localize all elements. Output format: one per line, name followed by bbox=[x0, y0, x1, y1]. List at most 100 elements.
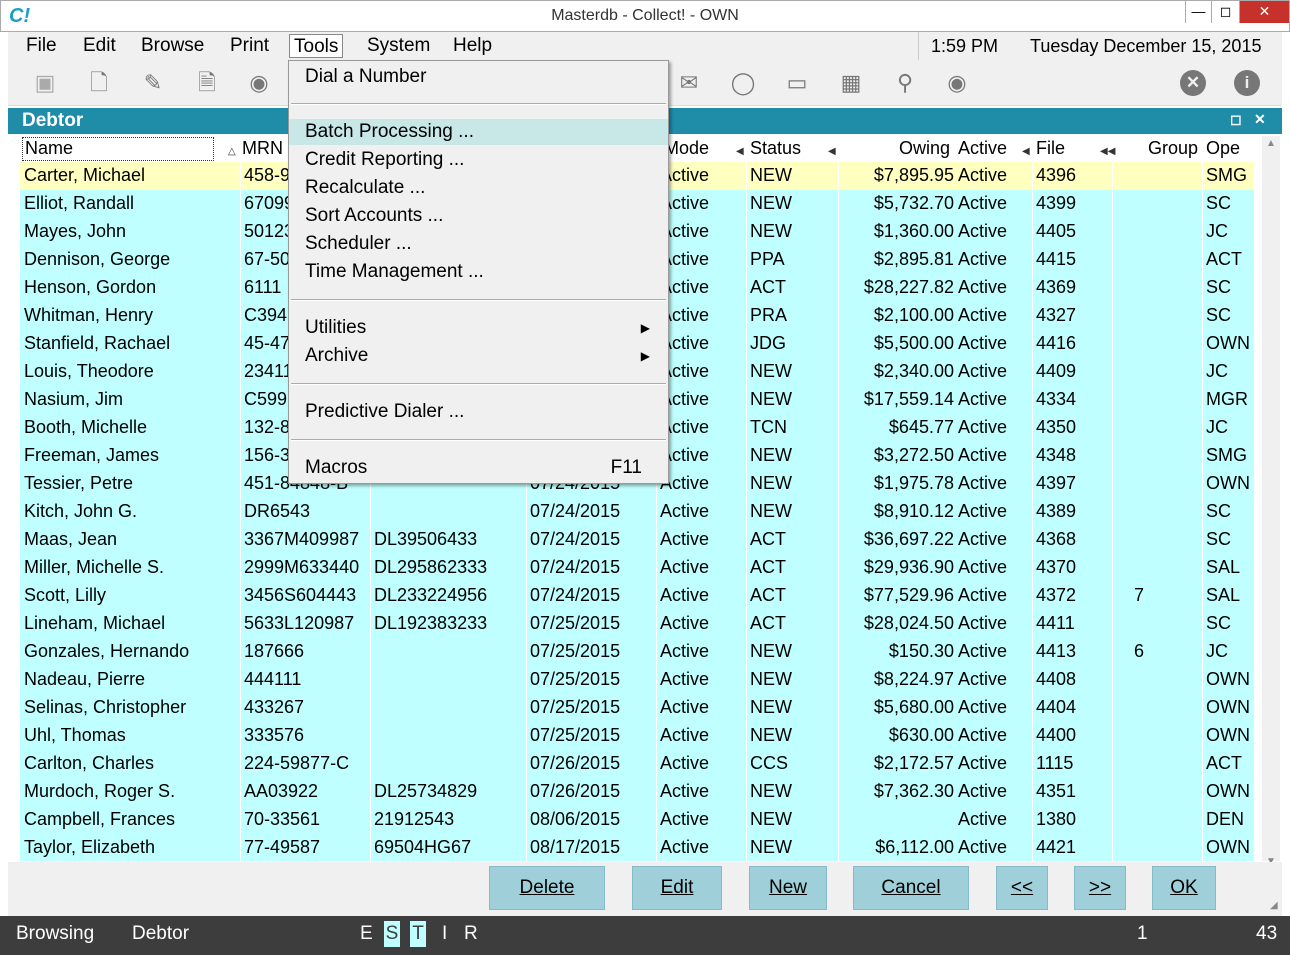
col-status-header[interactable]: Status bbox=[750, 138, 801, 159]
menu-item-macros[interactable]: Macros F11 bbox=[289, 455, 668, 481]
sort-icon[interactable]: ◀ bbox=[828, 146, 836, 157]
col-file-header[interactable]: File bbox=[1036, 138, 1065, 159]
menu-print[interactable]: Print bbox=[226, 34, 273, 58]
cell-mrn: AA03922 bbox=[244, 781, 319, 801]
delete-button[interactable]: Delete bbox=[489, 866, 605, 910]
chat-icon[interactable]: ◯ bbox=[728, 68, 758, 98]
table-row[interactable]: Miller, Michelle S. 2999M633440 DL29586233… bbox=[20, 554, 1254, 582]
new-doc-icon[interactable]: 🗋 bbox=[84, 68, 114, 98]
ok-button[interactable]: OK bbox=[1152, 866, 1216, 910]
cell-status: NEW bbox=[750, 501, 792, 521]
globe-icon[interactable]: ◉ bbox=[942, 68, 972, 98]
menu-item-batch-processing[interactable]: Batch Processing ... bbox=[289, 119, 668, 145]
table-row[interactable]: Murdoch, Roger S. AA03922 DL25734829 07/26/… bbox=[20, 778, 1254, 806]
panel-restore-icon[interactable]: ◻ bbox=[1230, 111, 1242, 128]
menu-file[interactable]: File bbox=[22, 34, 61, 58]
col-group-header[interactable]: Group bbox=[1148, 138, 1198, 159]
close-window-button[interactable]: ✕ bbox=[1239, 1, 1289, 23]
table-row[interactable]: Taylor, Elizabeth 77-49587 69504HG67 08/17/… bbox=[20, 834, 1254, 861]
sort-icon[interactable]: ◀◀ bbox=[1100, 146, 1115, 157]
cell-active: Active bbox=[958, 361, 1008, 381]
cell-status: CCS bbox=[750, 753, 789, 773]
cell-owing: $7,895.95 bbox=[873, 165, 954, 185]
resize-grip-icon[interactable]: ◢ bbox=[1270, 900, 1278, 911]
table-row[interactable]: Uhl, Thomas 333576 07/25/2015 Active NEW $630… bbox=[20, 722, 1254, 750]
menu-item-credit-reporting[interactable]: Credit Reporting ... bbox=[289, 147, 668, 173]
previous-button[interactable]: << bbox=[996, 866, 1048, 910]
next-button[interactable]: >> bbox=[1074, 866, 1126, 910]
search-doc-icon[interactable]: 🗎 bbox=[192, 68, 222, 98]
cell-name: Gonzales, Hernando bbox=[24, 641, 190, 661]
table-row[interactable]: Maas, Jean 3367M409987 DL39506433 07/24/201… bbox=[20, 526, 1254, 554]
cell-file: 4334 bbox=[1036, 389, 1077, 409]
cell-owing: $150.30 bbox=[888, 641, 954, 661]
table-row[interactable]: Lineham, Michael 5633L120987 DL192383233 07… bbox=[20, 610, 1254, 638]
sort-icon[interactable]: ◀ bbox=[1022, 146, 1030, 157]
magnifier-icon[interactable]: ⚲ bbox=[890, 68, 920, 98]
col-ope-header[interactable]: Ope bbox=[1206, 138, 1240, 159]
table-row[interactable]: Kitch, John G. DR6543 07/24/2015 Active NEW $… bbox=[20, 498, 1254, 526]
scroll-up-icon[interactable]: ▲ bbox=[1262, 138, 1280, 149]
col-mrn-header[interactable]: MRN bbox=[242, 138, 283, 159]
cell-file: 4372 bbox=[1036, 585, 1077, 605]
vertical-scrollbar[interactable]: ▲ ▼ bbox=[1262, 136, 1280, 867]
menu-help[interactable]: Help bbox=[449, 34, 496, 58]
menu-item-time-management[interactable]: Time Management ... bbox=[289, 259, 668, 285]
cell-name: Elliot, Randall bbox=[24, 193, 135, 213]
cell-active: Active bbox=[958, 669, 1008, 689]
cell-file: 4397 bbox=[1036, 473, 1077, 493]
envelope-icon[interactable]: ✉ bbox=[674, 68, 704, 98]
sort-icon[interactable]: ◀ bbox=[736, 146, 744, 157]
menu-item-recalculate[interactable]: Recalculate ... bbox=[289, 175, 668, 201]
cancel-button[interactable]: Cancel bbox=[853, 866, 969, 910]
menu-item-scheduler[interactable]: Scheduler ... bbox=[289, 231, 668, 257]
cell-ope: SAL bbox=[1206, 557, 1241, 577]
cell-status: NEW bbox=[750, 361, 792, 381]
menu-system[interactable]: System bbox=[363, 34, 434, 58]
menu-item-dial-number[interactable]: Dial a Number bbox=[289, 64, 668, 90]
edit-button[interactable]: Edit bbox=[632, 866, 722, 910]
cell-date: 08/17/2015 bbox=[530, 837, 621, 857]
cell-file: 4370 bbox=[1036, 557, 1077, 577]
table-row[interactable]: Carlton, Charles 224-59877-C 07/26/2015 Act… bbox=[20, 750, 1254, 778]
cell-mode: Active bbox=[660, 193, 710, 213]
menu-edit[interactable]: Edit bbox=[79, 34, 120, 58]
menu-item-archive[interactable]: Archive ▶ bbox=[289, 343, 668, 369]
table-row[interactable]: Gonzales, Hernando 187666 07/25/2015 Active… bbox=[20, 638, 1254, 666]
menu-browse[interactable]: Browse bbox=[137, 34, 208, 58]
col-active-header[interactable]: Active bbox=[958, 138, 1007, 159]
edit-doc-icon[interactable]: ✎ bbox=[138, 68, 168, 98]
minimize-button[interactable]: — bbox=[1185, 1, 1211, 23]
table-row[interactable]: Scott, Lilly 3456S604443 DL233224956 07/24/… bbox=[20, 582, 1254, 610]
menu-item-sort-accounts[interactable]: Sort Accounts ... bbox=[289, 203, 668, 229]
table-row[interactable]: Nadeau, Pierre 444111 07/25/2015 Active NEW $… bbox=[20, 666, 1254, 694]
menu-item-predictive-dialer[interactable]: Predictive Dialer ... bbox=[289, 399, 668, 425]
cell-owing: $8,910.12 bbox=[873, 501, 954, 521]
cell-file: 4400 bbox=[1036, 725, 1077, 745]
payment-card-icon[interactable]: ▭ bbox=[782, 68, 812, 98]
table-row[interactable]: Campbell, Frances 70-33561 21912543 08/06/2… bbox=[20, 806, 1254, 834]
col-divider bbox=[838, 162, 839, 861]
binoculars-icon[interactable]: ◉ bbox=[244, 68, 274, 98]
new-button[interactable]: New bbox=[749, 866, 827, 910]
cell-date: 07/25/2015 bbox=[530, 697, 621, 717]
sort-asc-icon[interactable]: △ bbox=[228, 146, 236, 157]
close-circle-icon[interactable]: ✕ bbox=[1180, 70, 1206, 96]
menu-item-utilities[interactable]: Utilities ▶ bbox=[289, 315, 668, 341]
panel-close-icon[interactable]: ✕ bbox=[1254, 111, 1266, 128]
cell-active: Active bbox=[958, 781, 1008, 801]
save-icon[interactable]: ▣ bbox=[30, 68, 60, 98]
cell-file: 4404 bbox=[1036, 697, 1077, 717]
cell-owing: $645.77 bbox=[888, 417, 954, 437]
col-name-header[interactable]: Name bbox=[22, 137, 214, 161]
table-row[interactable]: Selinas, Christopher 433267 07/25/2015 Acti… bbox=[20, 694, 1254, 722]
maximize-button[interactable]: ◻ bbox=[1211, 1, 1239, 23]
menu-item-label: Batch Processing ... bbox=[305, 121, 474, 142]
cell-file: 4405 bbox=[1036, 221, 1077, 241]
col-mode-header[interactable]: Mode bbox=[664, 138, 709, 159]
menu-tools[interactable]: Tools bbox=[289, 34, 344, 58]
calendar-add-icon[interactable]: ▦ bbox=[836, 68, 866, 98]
info-icon[interactable]: i bbox=[1234, 70, 1260, 96]
cell-name: Lineham, Michael bbox=[24, 613, 166, 633]
col-owing-header[interactable]: Owing bbox=[899, 138, 950, 159]
